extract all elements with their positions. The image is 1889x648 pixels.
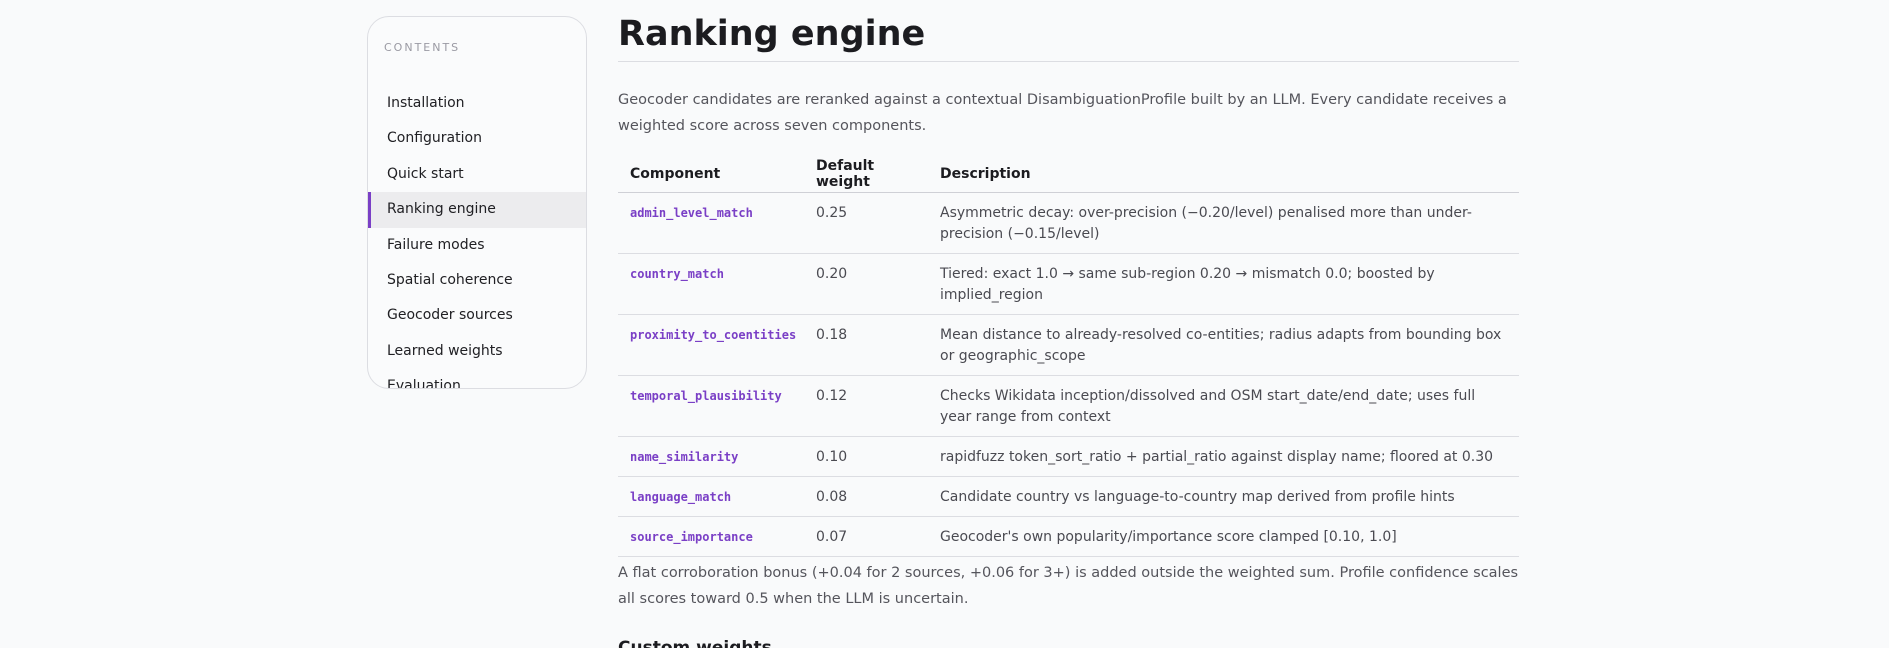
component-weight: 0.10 [804,436,928,477]
column-header-component: Component [618,156,804,193]
component-description: Asymmetric decay: over-precision (−0.20/… [928,192,1519,254]
component-description: Geocoder's own popularity/importance sco… [928,516,1519,557]
toc-item-configuration[interactable]: Configuration [368,121,586,156]
table-row: temporal_plausibility 0.12 Checks Wikida… [618,375,1519,437]
component-description: Mean distance to already-resolved co-ent… [928,314,1519,376]
component-description: rapidfuzz token_sort_ratio + partial_rat… [928,436,1519,477]
toc-list: Installation Configuration Quick start R… [368,86,586,388]
component-weight: 0.07 [804,516,928,557]
table-row: admin_level_match 0.25 Asymmetric decay:… [618,192,1519,254]
corroboration-note: A flat corroboration bonus (+0.04 for 2 … [618,565,1519,607]
component-name: temporal_plausibility [618,375,804,437]
component-name: country_match [618,253,804,315]
component-description: Checks Wikidata inception/dissolved and … [928,375,1519,437]
component-name: admin_level_match [618,192,804,254]
component-name: name_similarity [618,436,804,477]
title-divider [618,61,1519,62]
toc-heading: CONTENTS [384,41,461,54]
toc-item-quick-start[interactable]: Quick start [368,157,586,192]
component-weight: 0.12 [804,375,928,437]
table-row: language_match 0.08 Candidate country vs… [618,476,1519,517]
toc-item-spatial-coherence[interactable]: Spatial coherence [368,263,586,298]
component-weight: 0.08 [804,476,928,517]
toc-item-failure-modes[interactable]: Failure modes [368,228,586,263]
table-row: country_match 0.20 Tiered: exact 1.0 → s… [618,253,1519,315]
component-weight: 0.18 [804,314,928,376]
toc-item-ranking-engine[interactable]: Ranking engine [368,192,586,228]
component-weight: 0.25 [804,192,928,254]
toc-item-learned-weights[interactable]: Learned weights [368,334,586,369]
column-header-description: Description [928,156,1519,193]
toc-item-evaluation[interactable]: Evaluation [368,369,586,388]
table-row: source_importance 0.07 Geocoder's own po… [618,516,1519,557]
toc-item-installation[interactable]: Installation [368,86,586,121]
ranking-components-table: Component Default weight Description adm… [618,156,1519,557]
component-name: language_match [618,476,804,517]
component-description: Candidate country vs language-to-country… [928,476,1519,517]
table-row: name_similarity 0.10 rapidfuzz token_sor… [618,436,1519,477]
column-header-default-weight: Default weight [804,156,928,193]
toc-item-geocoder-sources[interactable]: Geocoder sources [368,298,586,333]
section-heading-custom-weights: Custom weights [618,638,772,648]
table-header-row: Component Default weight Description [618,156,1519,193]
page-title: Ranking engine [618,14,926,54]
table-row: proximity_to_coentities 0.18 Mean distan… [618,314,1519,376]
component-name: source_importance [618,516,804,557]
component-description: Tiered: exact 1.0 → same sub-region 0.20… [928,253,1519,315]
component-weight: 0.20 [804,253,928,315]
docs-page: CONTENTS Installation Configuration Quic… [0,0,1889,648]
intro-paragraph: Geocoder candidates are reranked against… [618,92,1507,134]
component-name: proximity_to_coentities [618,314,804,376]
table-of-contents: CONTENTS Installation Configuration Quic… [367,16,587,389]
